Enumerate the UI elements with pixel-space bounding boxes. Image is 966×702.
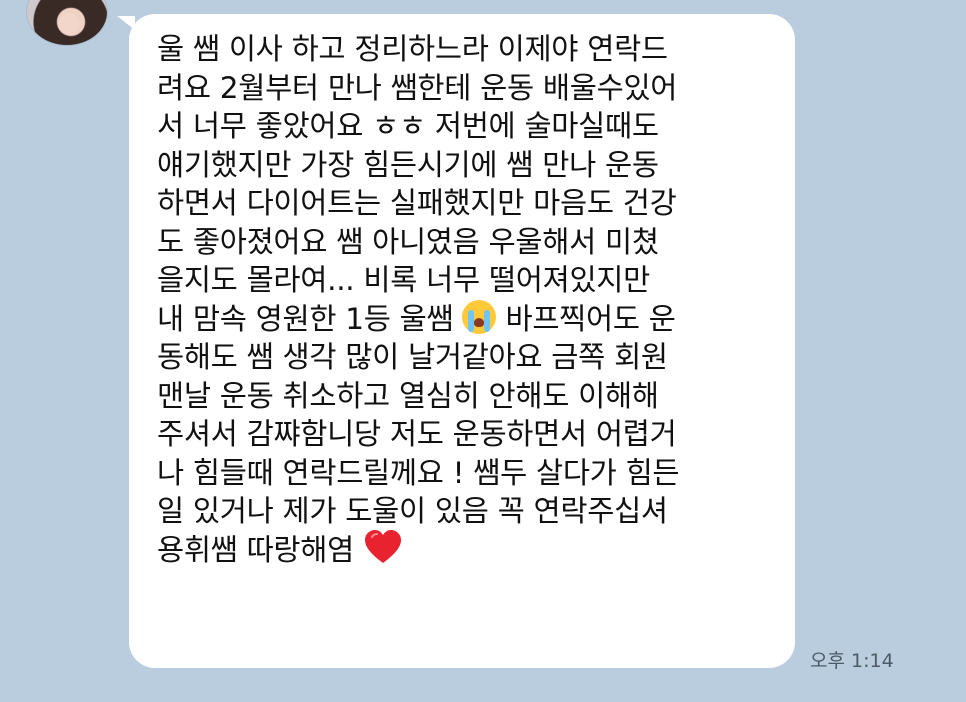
- message-line: 나 힘들때 연락드릴께요 ! 쌤두 살다가 힘든: [157, 455, 680, 490]
- message-bubble[interactable]: 울 쌤 이사 하고 정리하느라 이제야 연락드 려요 2월부터 만나 쌤한테 운…: [129, 14, 795, 668]
- sender-avatar[interactable]: [26, 0, 108, 46]
- message-line: 동해도 쌤 생각 많이 날거같아요 금쪽 회원: [157, 340, 668, 374]
- message-line: 려요 2월부터 만나 쌤한테 운동 배울수있어: [157, 70, 678, 105]
- avatar-face: [59, 13, 79, 35]
- message-line: 울 쌤 이사 하고 정리하느라 이제야 연락드: [157, 32, 668, 66]
- message-line-part: 내 맘속 영원한 1등 울쌤: [157, 301, 454, 336]
- message-line: 하면서 다이어트는 실패했지만 마음도 건강: [157, 186, 677, 220]
- message-line: 일 있거나 제가 도울이 있음 꼭 연락주십셔: [157, 494, 668, 528]
- message-line: 을지도 몰라여... 비록 너무 떨어져있지만: [157, 263, 650, 297]
- message-line-part: 바프찍어도 운: [505, 301, 676, 336]
- message-line: 주셔서 감쨔함니당 저도 운동하면서 어렵거: [157, 417, 677, 451]
- message-line-with-emoji: 용휘쌤 따랑해염: [157, 530, 773, 572]
- crying-face-emoji-icon: [462, 300, 497, 334]
- message-line: 맨날 운동 취소하고 열심히 안해도 이해해: [157, 378, 659, 413]
- message-line-with-emoji: 내 맘속 영원한 1등 울쌤 바프찍어도 운: [157, 300, 773, 339]
- message-line: 도 좋아졌어요 쌤 아니였음 우울해서 미쳤: [157, 224, 659, 259]
- red-heart-emoji-icon: [365, 530, 402, 563]
- message-text: 울 쌤 이사 하고 정리하느라 이제야 연락드 려요 2월부터 만나 쌤한테 운…: [157, 30, 773, 571]
- message-line: 얘기했지만 가장 힘든시기에 쌤 만나 운동: [157, 147, 659, 182]
- message-line: 서 너무 좋았어요 ㅎㅎ 저번에 술마실때도: [157, 109, 659, 143]
- message-timestamp: 오후 1:14: [810, 650, 894, 672]
- message-line-part: 용휘쌤 따랑해염: [157, 532, 354, 567]
